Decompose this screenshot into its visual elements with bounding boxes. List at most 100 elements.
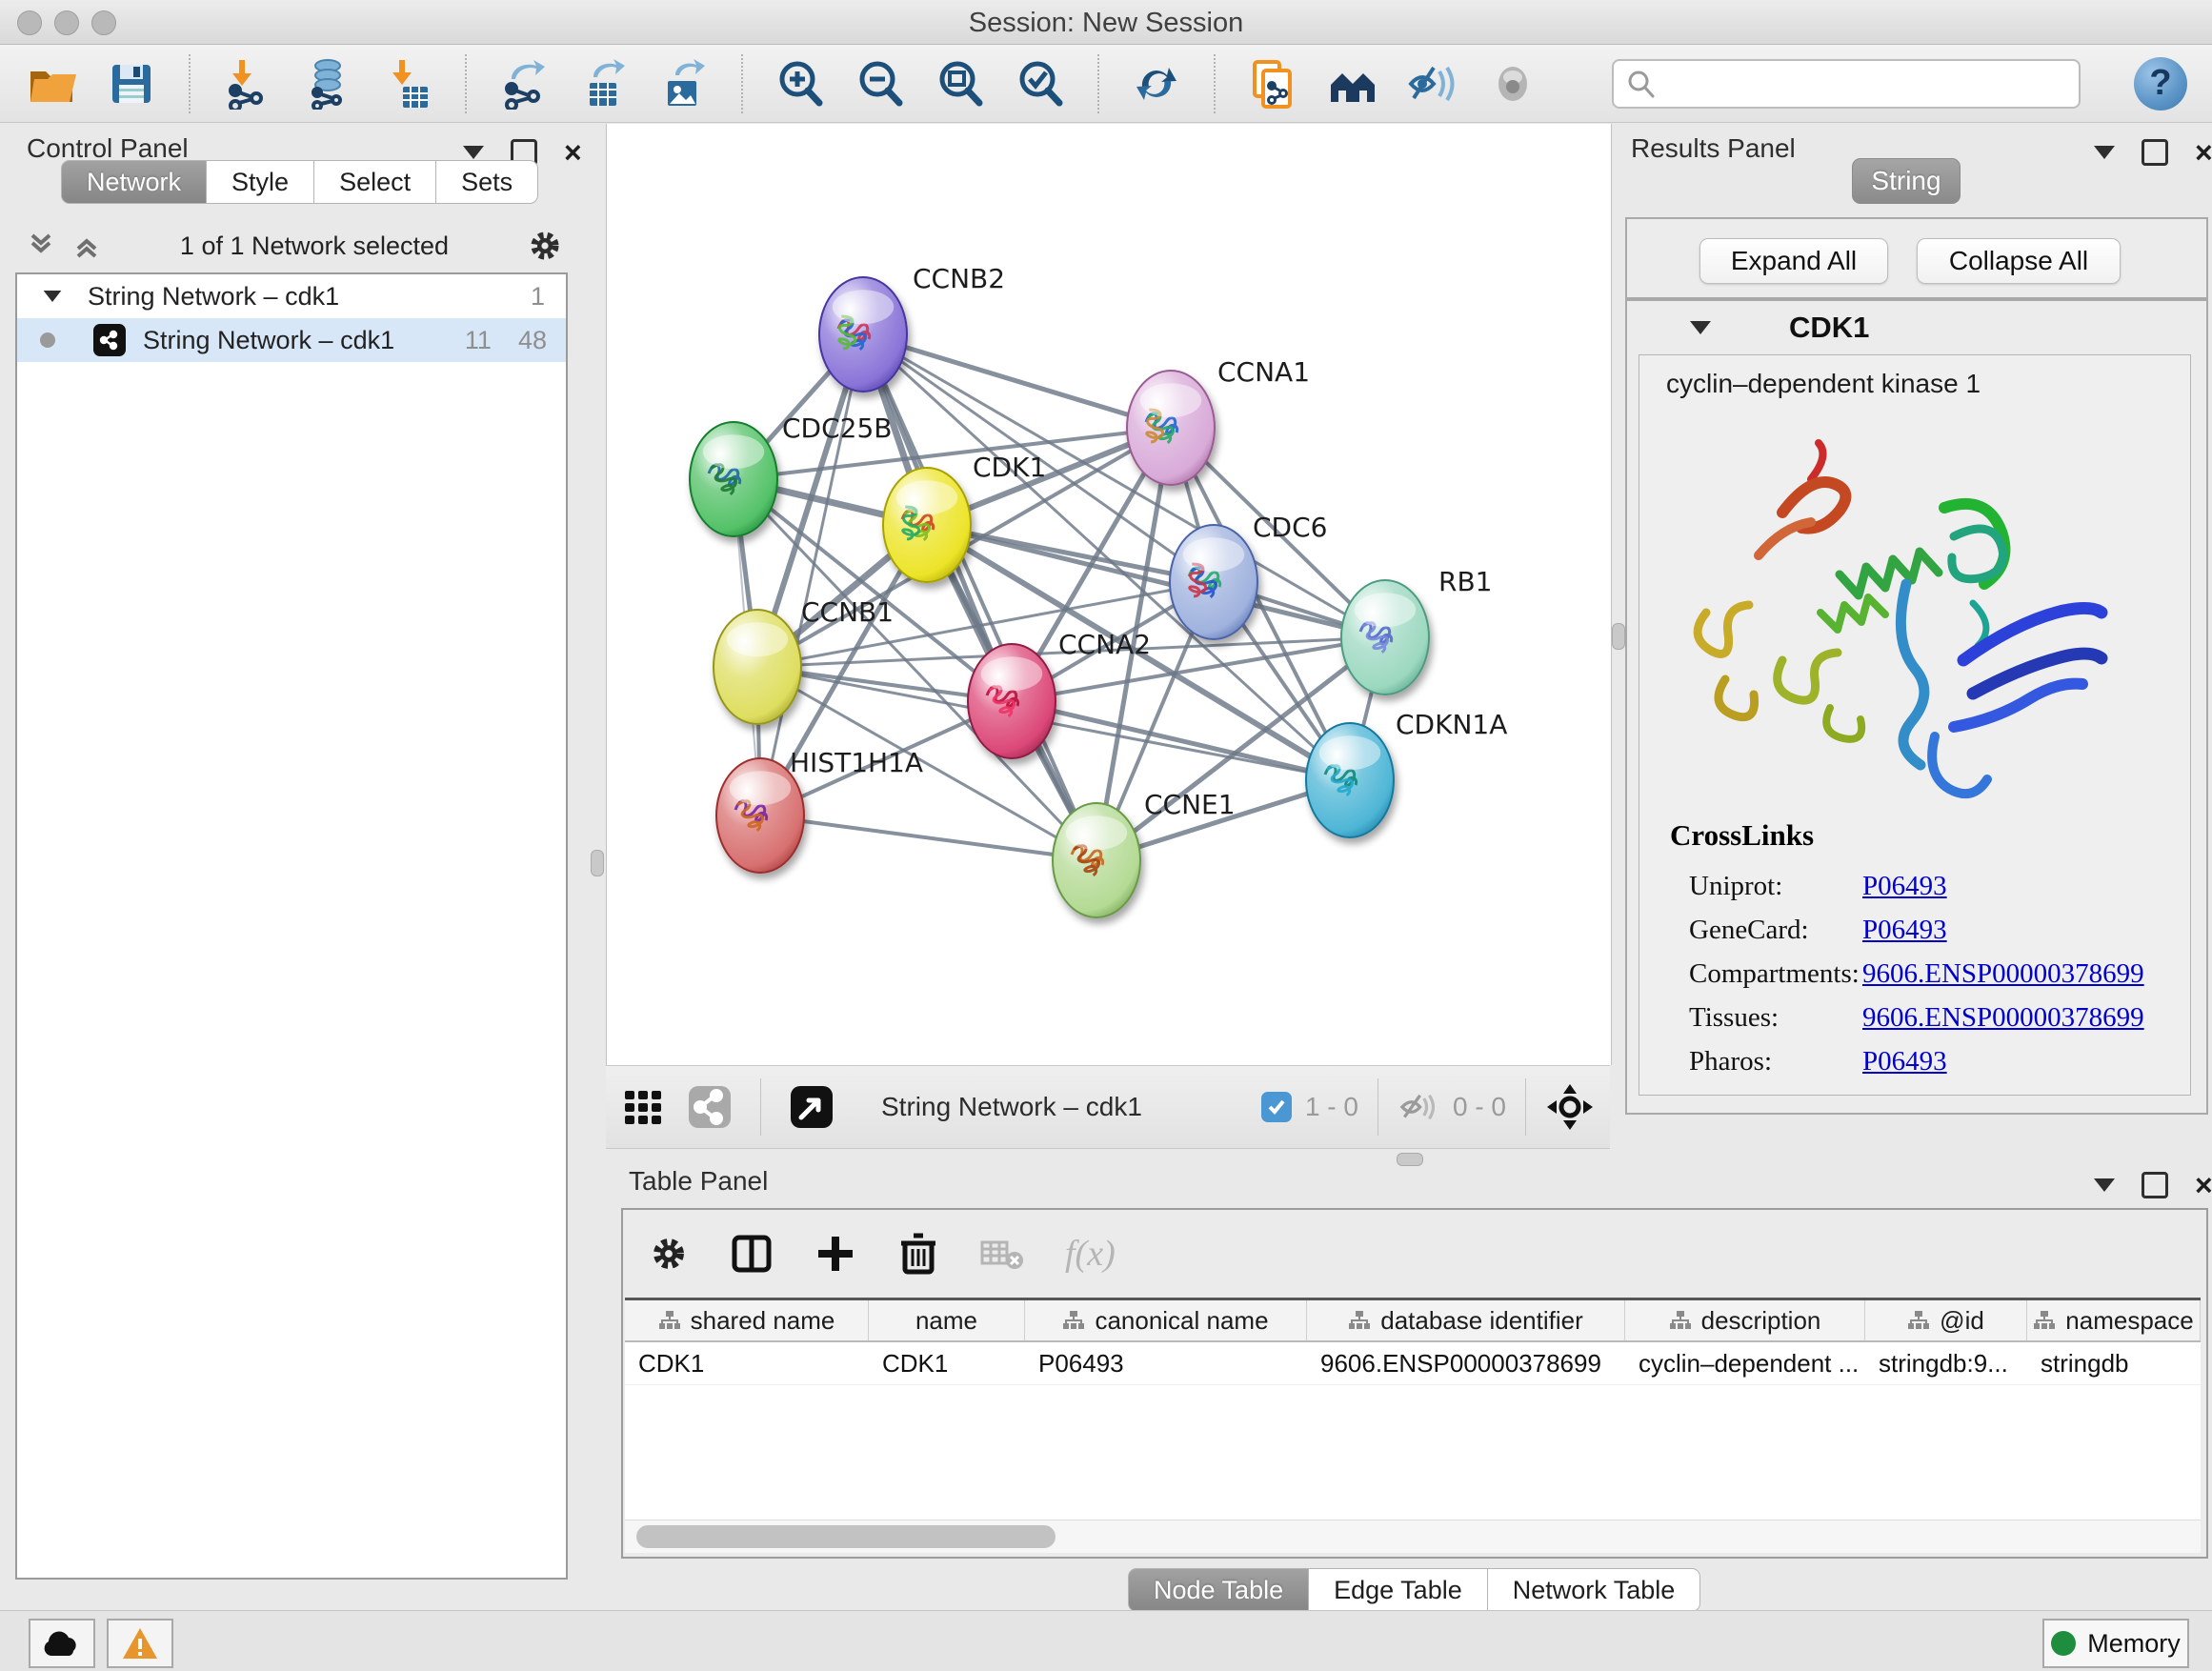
gene-header[interactable]: CDK1 [1627,301,2206,354]
tab-edge-table[interactable]: Edge Table [1309,1568,1488,1612]
import-network-icon[interactable] [221,57,274,111]
bottom-splitter-handle[interactable] [1397,1153,1423,1166]
birdseye-view-icon[interactable] [788,1083,835,1131]
network-edge[interactable] [760,815,1096,860]
save-session-icon[interactable] [105,57,158,111]
collapse-all-button[interactable]: Collapse All [1917,238,2121,284]
network-edge[interactable] [760,334,863,815]
collection-expander-icon[interactable] [44,291,62,302]
warning-status-button[interactable] [107,1619,173,1668]
table-cell[interactable]: 9606.ENSP00000378699 [1307,1342,1625,1384]
cytoscape-window: Session: New Session [0,0,2212,1671]
table-panel: f(x) shared namenamecanonical namedataba… [621,1208,2208,1559]
expand-all-icon[interactable] [70,230,103,262]
memory-button[interactable]: Memory [2042,1619,2189,1668]
tab-sets[interactable]: Sets [436,160,538,204]
export-table-icon[interactable] [577,57,631,111]
float-panel-icon[interactable] [2094,1178,2115,1192]
show-hidden-icon[interactable] [1486,57,1539,111]
zoom-fit-icon[interactable] [934,57,987,111]
network-node-HIST1H1A[interactable]: HIST1H1A [716,747,923,873]
table-horizontal-scrollbar[interactable] [625,1520,2201,1553]
network-edge[interactable] [863,334,1096,860]
expand-all-button[interactable]: Expand All [1699,238,1888,284]
grid-view-icon[interactable] [621,1085,665,1129]
open-session-icon[interactable] [25,57,78,111]
network-canvas[interactable]: CCNB2CCNA1CDC25BCDK1CDC6RB1CCNB1CCNA2HIS… [606,124,1612,1065]
tab-network-table[interactable]: Network Table [1488,1568,1701,1612]
column-header-database-identifier[interactable]: database identifier [1307,1300,1625,1340]
network-node-CCNA1[interactable]: CCNA1 [1127,356,1310,485]
crosslink-link[interactable]: P06493 [1862,1046,1947,1077]
memory-label: Memory [2087,1629,2181,1659]
tab-string[interactable]: String [1852,158,1961,204]
network-list-view-icon[interactable] [686,1083,734,1131]
close-panel-icon[interactable]: × [564,142,582,163]
crosslink-link[interactable]: P06493 [1862,915,1947,946]
column-header-name[interactable]: name [869,1300,1025,1340]
tab-select[interactable]: Select [314,160,436,204]
update-network-icon[interactable] [1130,57,1183,111]
clone-network-icon[interactable] [1246,57,1299,111]
column-header--id[interactable]: @id [1865,1300,2027,1340]
zoom-in-icon[interactable] [774,57,827,111]
scrollbar-thumb[interactable] [636,1525,1056,1548]
maximize-panel-icon[interactable] [2142,1172,2168,1198]
network-edge[interactable] [1012,701,1350,780]
gene-expander-icon[interactable] [1690,321,1711,334]
network-options-gear-icon[interactable] [526,227,564,265]
network-node-CCNB1[interactable]: CCNB1 [714,596,894,724]
network-node-CDC25B[interactable]: CDC25B [690,413,893,536]
zoom-out-icon[interactable] [854,57,907,111]
network-node-CCNB2[interactable]: CCNB2 [819,263,1005,392]
tab-network[interactable]: Network [61,160,207,204]
table-cell[interactable]: CDK1 [869,1342,1025,1384]
crosslink-link[interactable]: P06493 [1862,871,1947,902]
tab-style[interactable]: Style [207,160,314,204]
hide-selected-icon[interactable] [1406,57,1459,111]
export-image-icon[interactable] [657,57,711,111]
column-header-namespace[interactable]: namespace [2027,1300,2201,1340]
table-cell[interactable]: P06493 [1025,1342,1307,1384]
cloud-status-button[interactable] [29,1619,95,1668]
network-node-CDKN1A[interactable]: CDKN1A [1306,709,1507,837]
crosslink-link[interactable]: 9606.ENSP00000378699 [1862,958,2144,990]
close-panel-icon[interactable]: × [2195,1175,2212,1196]
network-node-CDC6[interactable]: CDC6 [1170,512,1327,639]
tab-node-table[interactable]: Node Table [1128,1568,1309,1612]
network-collection-row[interactable]: String Network – cdk1 1 [17,274,566,318]
close-panel-icon[interactable]: × [2195,142,2212,163]
network-edge[interactable] [863,334,1171,428]
export-network-icon[interactable] [497,57,551,111]
column-header-shared-name[interactable]: shared name [625,1300,869,1340]
selected-checkbox-icon[interactable] [1261,1092,1292,1122]
help-button[interactable]: ? [2134,57,2187,111]
add-column-icon[interactable] [814,1232,857,1276]
network-node-CCNE1[interactable]: CCNE1 [1053,789,1236,917]
column-header-canonical-name[interactable]: canonical name [1025,1300,1307,1340]
float-panel-icon[interactable] [463,146,484,159]
table-cell[interactable]: stringdb [2027,1342,2201,1384]
table-row[interactable]: CDK1CDK1P064939606.ENSP00000378699cyclin… [625,1342,2201,1385]
fit-content-crosshair-icon[interactable] [1545,1082,1595,1132]
import-database-icon[interactable] [301,57,354,111]
network-row[interactable]: String Network – cdk1 11 48 [17,318,566,362]
table-cell[interactable]: cyclin–dependent ... [1625,1342,1865,1384]
first-neighbors-icon[interactable] [1326,57,1379,111]
collapse-all-icon[interactable] [25,230,57,262]
maximize-panel-icon[interactable] [2142,139,2168,166]
table-cell[interactable]: stringdb:9... [1865,1342,2027,1384]
delete-column-icon[interactable] [897,1232,939,1276]
right-splitter-handle[interactable] [1612,623,1625,650]
column-header-description[interactable]: description [1625,1300,1865,1340]
search-input[interactable] [1612,59,2081,109]
network-node-RB1[interactable]: RB1 [1341,566,1492,695]
table-cell[interactable]: CDK1 [625,1342,869,1384]
show-columns-icon[interactable] [730,1232,774,1276]
import-table-icon[interactable] [381,57,434,111]
crosslink-link[interactable]: 9606.ENSP00000378699 [1862,1002,2144,1034]
float-panel-icon[interactable] [2094,146,2115,159]
left-splitter-handle[interactable] [591,850,604,876]
zoom-selected-icon[interactable] [1014,57,1067,111]
table-options-gear-icon[interactable] [648,1233,690,1275]
